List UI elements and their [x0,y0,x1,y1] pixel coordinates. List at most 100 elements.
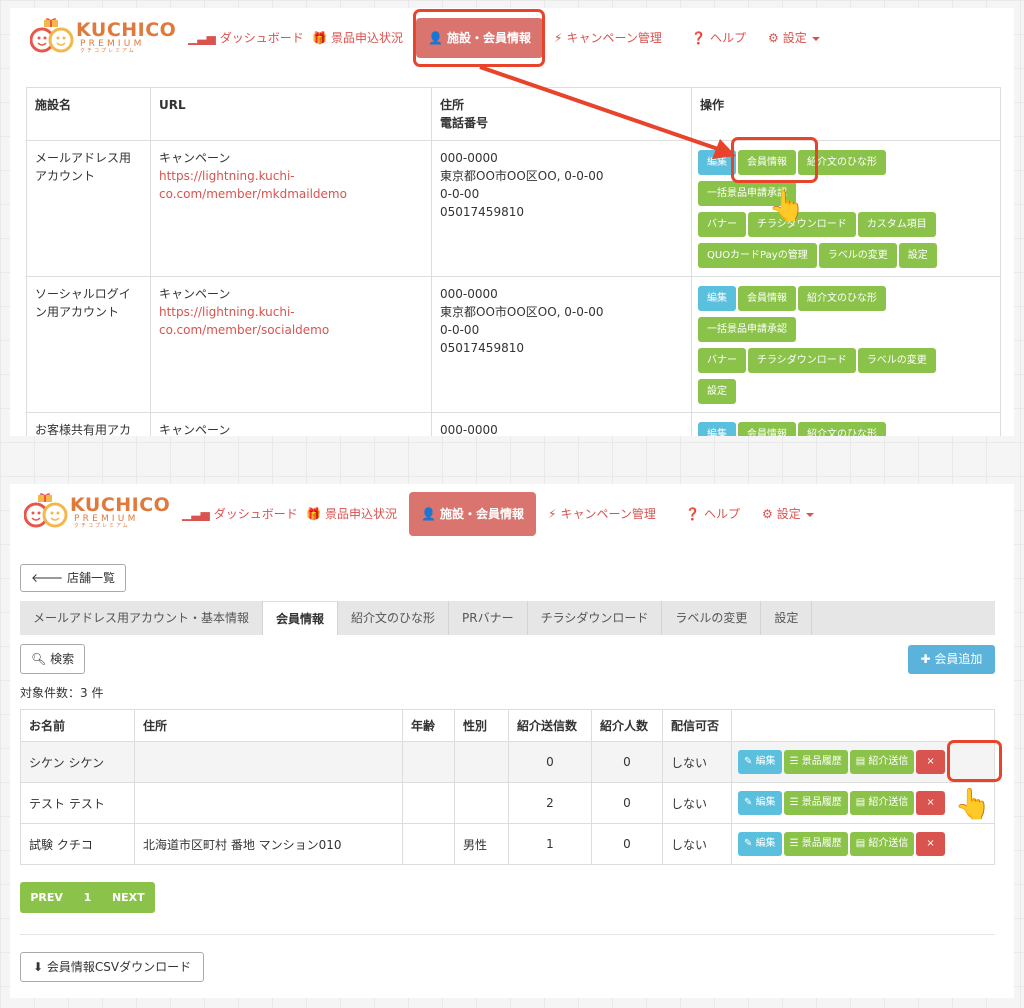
member-edit-button[interactable]: ✎ 編集 [738,750,782,774]
nav-dashboard[interactable]: ▁▃▅ ダッシュボード [188,18,304,58]
member-edit-button[interactable]: ✎ 編集 [738,791,782,815]
delete-member-button[interactable]: × [916,750,945,774]
list-icon: ☰ [789,756,802,767]
tab-settings[interactable]: 設定 [761,601,813,635]
edit-button[interactable]: 編集 [698,422,736,436]
referral-sent-button[interactable]: ▤ 紹介送信 [849,832,915,856]
back-to-store-list-button[interactable]: 🡐 店舗一覧 [20,564,127,592]
list-alt-icon: ▤ [855,797,869,808]
banner-button[interactable]: バナー [698,212,746,237]
tab-bar: メールアドレス用アカウント・基本情報 会員情報 紹介文のひな形 PRバナー チラ… [20,601,995,635]
kuchico-logo[interactable]: KUCHICO PREMIUM クチコプレミアム [24,492,170,530]
label-change-button[interactable]: ラベルの変更 [818,243,897,268]
quo-card-button[interactable]: QUOカードPayの管理 [698,243,817,268]
search-button[interactable]: 🔍︎ 検索 [20,644,86,674]
member-deliverable: しない [662,741,732,783]
tab-label-change[interactable]: ラベルの変更 [662,601,762,635]
prev-page-button[interactable]: PREV [30,891,63,904]
search-icon: 🔍︎ [31,652,51,666]
facility-address-cell: 000-0000 東京都OO市OO区OO, 0-0-00 0-0-00 0501745… [431,276,692,413]
member-info-button[interactable]: 会員情報 [738,286,796,311]
delete-member-button[interactable]: × [916,791,945,815]
member-info-button[interactable]: 会員情報 [738,422,796,436]
tab-flyer-download[interactable]: チラシダウンロード [528,601,663,635]
tab-pr-banner[interactable]: PRバナー [449,601,528,635]
facility-list-panel: KUCHICO PREMIUM クチコプレミアム ▁▃▅ ダッシュボード 🎁 景品申… [10,8,1014,436]
add-member-button[interactable]: ✚ 会員追加 [908,645,995,674]
campaign-url-link[interactable]: https://lightning.kuchi-co.com/member/so… [159,303,423,339]
flyer-download-button[interactable]: チラシダウンロード [748,348,856,373]
edit-button[interactable]: 編集 [698,286,736,311]
pencil-icon: ✎ [744,838,756,849]
member-gender: 男性 [454,823,509,865]
delete-member-button[interactable]: × [916,832,945,856]
nav-dashboard[interactable]: ▁▃▅ ダッシュボード [182,494,298,534]
tab-template[interactable]: 紹介文のひな形 [338,601,450,635]
nav-prize-status[interactable]: 🎁 景品申込状況 [306,494,397,534]
caret-down-icon [811,36,820,41]
csv-download-button[interactable]: ⬇ 会員情報CSVダウンロード [20,952,205,982]
caret-down-icon [805,512,814,517]
facility-address-cell: 000-0000 [431,412,692,436]
bulk-approve-button[interactable]: 一括景品申請承認 [698,317,796,342]
campaign-url-link[interactable]: https://lightning.kuchi-co.com/member/mk… [159,167,423,203]
result-count: 対象件数：3 件 [20,686,104,700]
nav-help[interactable]: ❓ ヘルプ [691,18,746,58]
prize-history-label: 景品履歴 [801,838,842,849]
list-alt-icon: ▤ [855,838,869,849]
kuchico-logo[interactable]: KUCHICO PREMIUM クチコプレミアム [30,17,176,55]
referral-sent-button[interactable]: ▤ 紹介送信 [849,750,915,774]
question-icon: ❓ [691,31,706,45]
col-address: 住所 電話番号 [431,87,692,141]
member-deliverable: しない [662,823,732,865]
logo-text: KUCHICO [76,19,177,41]
csv-download-label: 会員情報CSVダウンロード [46,960,192,974]
nav-help[interactable]: ❓ ヘルプ [685,494,740,534]
template-button[interactable]: 紹介文のひな形 [798,286,886,311]
campaign-label: キャンペーン [159,287,231,301]
member-gender [454,741,509,783]
pointing-hand-icon: 👆 [768,189,806,224]
banner-button[interactable]: バナー [698,348,746,373]
facility-name: メールアドレス用アカウント [26,140,151,277]
template-button[interactable]: 紹介文のひな形 [798,422,886,436]
address-text: 東京都OO市OO区OO, 0-0-00 [440,305,604,319]
pagination: PREV 1 NEXT [20,882,155,913]
nav-settings[interactable]: ⚙ 設定 [762,494,814,534]
member-table: お名前 住所 年齢 性別 紹介送信数 紹介人数 配信可否 シケン シケン 0 0… [20,709,995,865]
nav-prize-status[interactable]: 🎁 景品申込状況 [312,18,403,58]
address-text: 東京都OO市OO区OO, 0-0-00 [440,169,604,183]
page-number-button[interactable]: 1 [84,891,92,904]
nav-dashboard-label: ダッシュボード [213,507,298,521]
member-sent: 0 [508,741,592,783]
postal-code: 000-0000 [440,151,498,165]
nav-campaign-manage[interactable]: ⚡ キャンペーン管理 [554,18,662,58]
prize-history-button[interactable]: ☰ 景品履歴 [783,832,848,856]
tab-member-info[interactable]: 会員情報 [263,601,339,635]
referral-sent-button[interactable]: ▤ 紹介送信 [849,791,915,815]
col-url: URL [150,87,432,141]
member-name: テスト テスト [20,782,135,824]
col-sent-count: 紹介送信数 [508,709,592,742]
tab-basic-info[interactable]: メールアドレス用アカウント・基本情報 [20,601,264,635]
next-page-button[interactable]: NEXT [112,891,145,904]
custom-fields-button[interactable]: カスタム項目 [857,212,936,237]
arrow-left-icon: 🡐 [31,571,67,585]
col-age: 年齢 [402,709,455,742]
nav-facility-members[interactable]: 👤 施設・会員情報 [409,492,536,536]
settings-button[interactable]: 設定 [898,243,937,268]
facility-url-cell: キャンペーン https://lightning.kuchi-co.com/mem… [150,140,432,277]
nav-campaign-manage[interactable]: ⚡ キャンペーン管理 [548,494,656,534]
member-edit-button[interactable]: ✎ 編集 [738,832,782,856]
table-row: シケン シケン 0 0 しない ✎ 編集 ☰ 景品履歴 ▤ 紹介送信 × [20,741,995,783]
member-info-panel: KUCHICO PREMIUM クチコプレミアム ▁▃▅ ダッシュボード 🎁 景品申… [10,484,1014,998]
prize-history-button[interactable]: ☰ 景品履歴 [783,750,848,774]
referral-sent-label: 紹介送信 [868,797,909,808]
label-change-button[interactable]: ラベルの変更 [857,348,936,373]
bar-chart-icon: ▁▃▅ [182,507,210,521]
col-deliverable: 配信可否 [662,709,732,742]
prize-history-button[interactable]: ☰ 景品履歴 [783,791,848,815]
settings-button[interactable]: 設定 [698,379,736,404]
nav-settings[interactable]: ⚙ 設定 [768,18,820,58]
list-alt-icon: ▤ [855,756,869,767]
